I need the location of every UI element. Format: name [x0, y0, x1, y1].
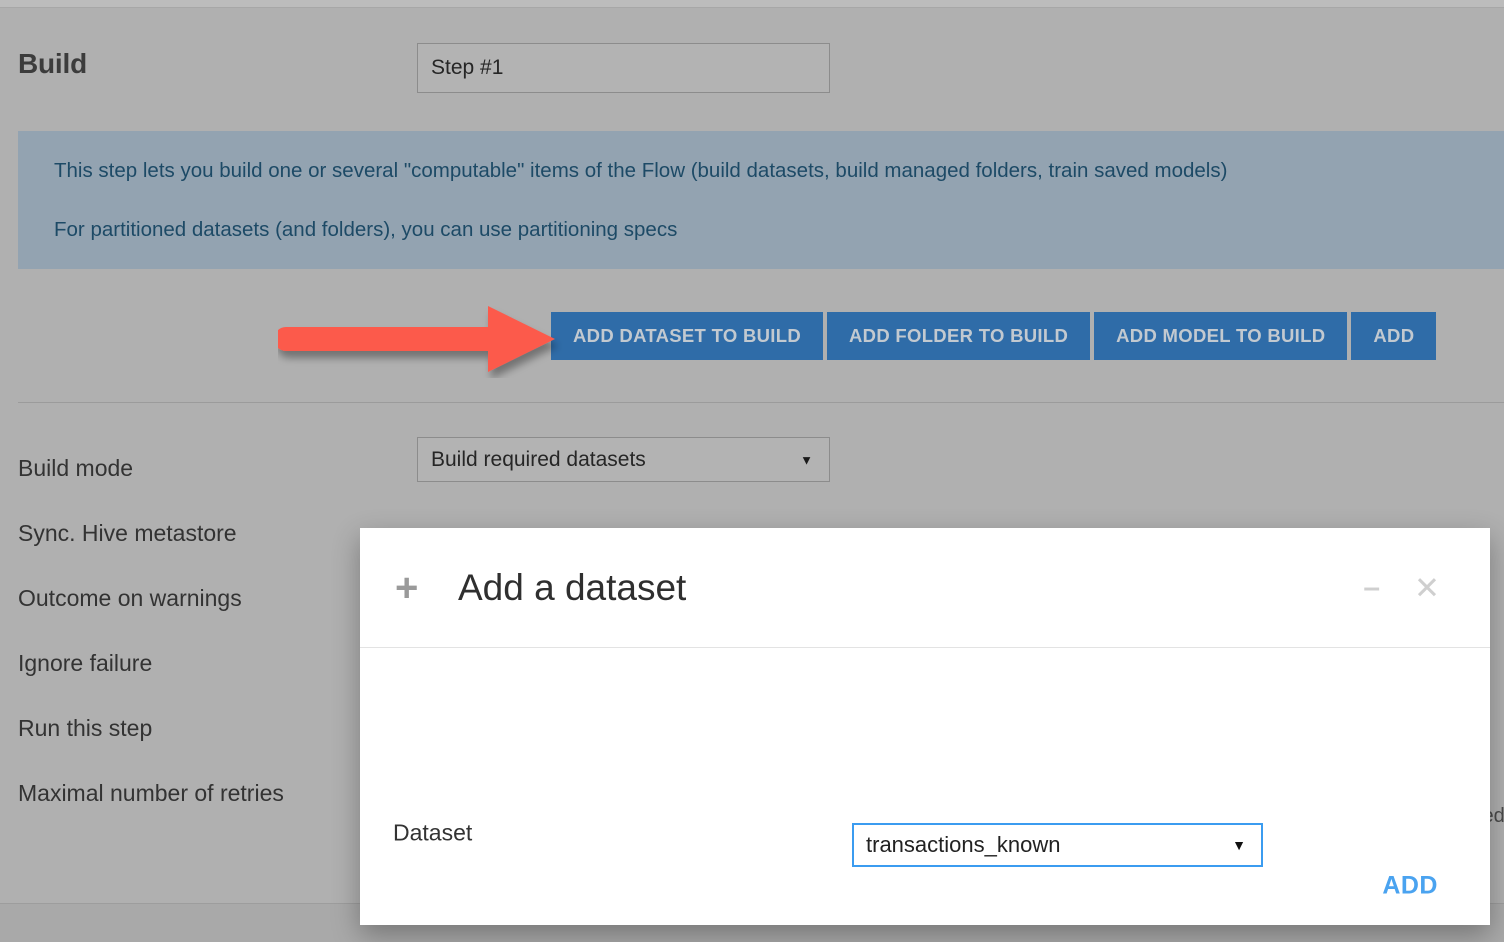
build-mode-select[interactable]: Build required datasets ▼ — [417, 437, 830, 482]
step-name-input[interactable] — [417, 43, 830, 93]
top-strip — [0, 0, 1504, 8]
modal-header: + Add a dataset – ✕ — [360, 528, 1490, 648]
page-title: Build — [18, 48, 87, 80]
modal-add-button[interactable]: ADD — [1382, 872, 1438, 901]
dataset-field-label: Dataset — [393, 820, 472, 847]
info-banner-line-1: This step lets you build one or several … — [54, 157, 1504, 185]
build-actions-toolbar: ADD DATASET TO BUILD ADD FOLDER TO BUILD… — [551, 312, 1436, 360]
modal-body: Dataset transactions_known ▼ — [360, 648, 1490, 848]
setting-label-run-this-step: Run this step — [18, 715, 152, 742]
section-divider — [18, 402, 1504, 403]
plus-icon: + — [395, 568, 418, 608]
minimize-icon[interactable]: – — [1363, 573, 1380, 603]
add-dataset-to-build-button[interactable]: ADD DATASET TO BUILD — [551, 312, 823, 360]
modal-footer: ADD — [360, 847, 1490, 925]
close-icon[interactable]: ✕ — [1414, 572, 1440, 603]
setting-row-build-mode: Build mode Build required datasets ▼ — [0, 455, 1504, 520]
setting-label-sync-hive-metastore: Sync. Hive metastore — [18, 520, 237, 547]
info-banner-line-2: For partitioned datasets (and folders), … — [54, 216, 1504, 244]
add-more-to-build-button[interactable]: ADD — [1351, 312, 1436, 360]
modal-title: Add a dataset — [458, 567, 686, 609]
setting-label-outcome-on-warnings: Outcome on warnings — [18, 585, 242, 612]
add-dataset-modal: + Add a dataset – ✕ Dataset transactions… — [360, 528, 1490, 925]
setting-label-ignore-failure: Ignore failure — [18, 650, 152, 677]
setting-label-build-mode: Build mode — [18, 455, 133, 482]
info-banner: This step lets you build one or several … — [18, 131, 1504, 269]
chevron-down-icon: ▼ — [800, 452, 813, 467]
build-mode-value: Build required datasets — [431, 448, 646, 472]
add-folder-to-build-button[interactable]: ADD FOLDER TO BUILD — [827, 312, 1090, 360]
setting-label-maximal-number-of-retries: Maximal number of retries — [18, 780, 284, 807]
add-model-to-build-button[interactable]: ADD MODEL TO BUILD — [1094, 312, 1347, 360]
